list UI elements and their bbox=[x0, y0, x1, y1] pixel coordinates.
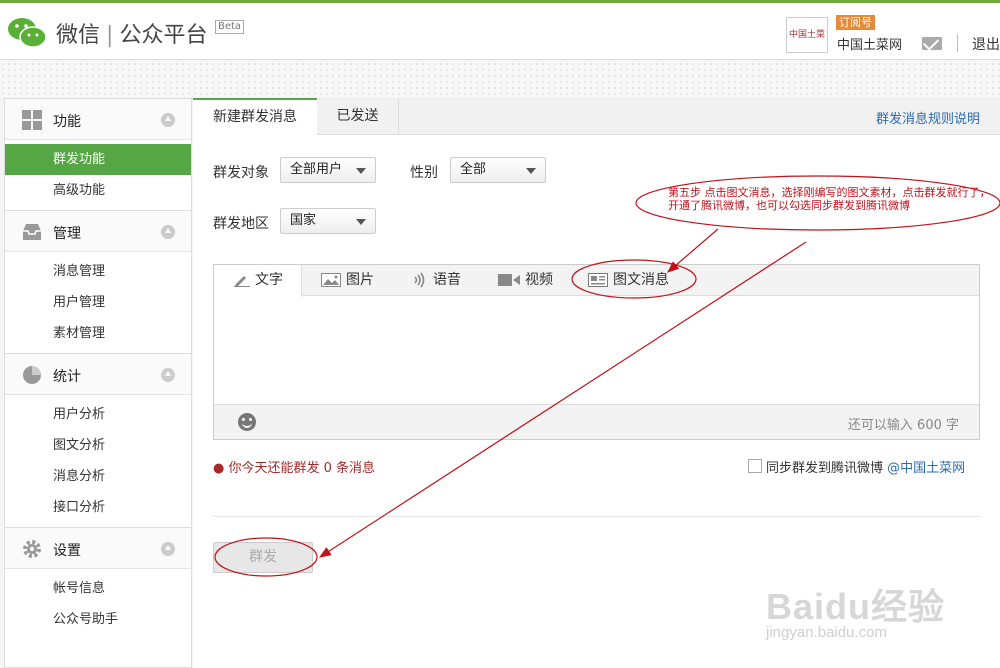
logout-link[interactable]: 退出 bbox=[972, 34, 1000, 54]
sidebar-section-label: 功能 bbox=[53, 114, 81, 130]
chevron-down-icon bbox=[356, 168, 366, 174]
chevron-down-icon bbox=[526, 168, 536, 174]
tab-sent[interactable]: 已发送 bbox=[317, 98, 399, 135]
sound-icon bbox=[414, 272, 425, 288]
image-icon bbox=[321, 273, 341, 287]
weibo-handle-link[interactable]: @中国土菜网 bbox=[887, 461, 965, 476]
sidebar-section-settings[interactable]: 设置 bbox=[5, 527, 191, 569]
editor-tab-text[interactable]: 文字 bbox=[214, 265, 302, 297]
beta-badge: Beta bbox=[215, 20, 245, 34]
sidebar-section-manage[interactable]: 管理 bbox=[5, 210, 191, 252]
editor-footer: 还可以输入 600 字 bbox=[214, 404, 979, 439]
annotation-note-text: 第五步 点击图文消息，选择刚编写的图文素材，点击群发就行了，开通了腾讯微博，也可… bbox=[668, 186, 991, 212]
tab-bar: 新建群发消息 已发送 群发消息规则说明 bbox=[193, 98, 1000, 136]
message-textarea[interactable] bbox=[214, 296, 979, 404]
baidu-watermark: Baidu经验 jingyan.baidu.com bbox=[766, 578, 976, 648]
sync-weibo-checkbox[interactable] bbox=[748, 459, 762, 473]
editor-tab-news[interactable]: 图文消息 bbox=[588, 265, 669, 296]
sidebar-item-advanced[interactable]: 高级功能 bbox=[5, 175, 191, 206]
editor-tab-label: 语音 bbox=[433, 272, 461, 288]
inbox-icon bbox=[23, 224, 41, 240]
sidebar-item-message-analysis[interactable]: 消息分析 bbox=[5, 461, 191, 492]
send-limit-notice: ● 你今天还能群发 0 条消息 bbox=[213, 461, 376, 476]
sync-weibo-label: 同步群发到腾讯微博 @中国土菜网 bbox=[766, 457, 965, 476]
editor-type-tabs: 文字 图片 语音 视频 图文消息 bbox=[214, 265, 979, 297]
chevron-down-icon bbox=[356, 219, 366, 225]
editor-tab-label: 图片 bbox=[346, 272, 374, 288]
rules-link[interactable]: 群发消息规则说明 bbox=[876, 108, 980, 127]
gender-select-value: 全部 bbox=[460, 162, 487, 177]
sidebar-section-label: 设置 bbox=[53, 543, 81, 559]
news-icon bbox=[588, 273, 608, 287]
collapse-icon[interactable] bbox=[161, 113, 175, 127]
editor-tab-label: 视频 bbox=[525, 272, 553, 288]
product-name: 微信 bbox=[56, 23, 101, 48]
collapse-icon[interactable] bbox=[161, 542, 175, 556]
editor-tab-label: 图文消息 bbox=[613, 272, 669, 288]
header-divider bbox=[957, 34, 958, 52]
target-select-value: 全部用户 bbox=[290, 162, 343, 177]
pencil-icon bbox=[234, 276, 250, 287]
wechat-logo-icon bbox=[8, 18, 47, 48]
sidebar-item-news-analysis[interactable]: 图文分析 bbox=[5, 430, 191, 461]
mass-send-button[interactable]: 群发 bbox=[213, 542, 313, 573]
brand-title: 微信 | 公众平台 bbox=[56, 23, 208, 48]
pie-chart-icon bbox=[23, 366, 41, 384]
emoji-icon[interactable] bbox=[238, 413, 256, 431]
collapse-icon[interactable] bbox=[161, 225, 175, 239]
sidebar-item-mass-send[interactable]: 群发功能 bbox=[5, 144, 191, 175]
grid-icon bbox=[22, 110, 42, 130]
account-type-badge: 订阅号 bbox=[836, 15, 875, 30]
sidebar-section-label: 管理 bbox=[53, 226, 81, 242]
sidebar-section-label: 统计 bbox=[53, 369, 81, 385]
target-select[interactable]: 全部用户 bbox=[280, 157, 376, 183]
dotted-banner bbox=[0, 61, 1000, 97]
sidebar-item-assistant[interactable]: 公众号助手 bbox=[5, 604, 191, 635]
region-label: 群发地区 bbox=[213, 216, 269, 232]
collapse-icon[interactable] bbox=[161, 368, 175, 382]
gender-label: 性别 bbox=[410, 165, 438, 181]
sidebar-section-function[interactable]: 功能 bbox=[5, 98, 191, 140]
region-select-value: 国家 bbox=[290, 213, 317, 228]
editor-tab-video[interactable]: 视频 bbox=[498, 265, 553, 296]
account-name[interactable]: 中国土菜网 bbox=[837, 34, 902, 53]
account-avatar[interactable]: 中国土菜网 bbox=[786, 17, 828, 53]
char-remaining: 还可以输入 600 字 bbox=[847, 418, 959, 433]
sidebar: 功能 群发功能 高级功能 管理 消息管理 用户管理 素材管理 统计 用户分析 图… bbox=[4, 98, 192, 668]
gender-select[interactable]: 全部 bbox=[450, 157, 546, 183]
watermark-sub-text: jingyan.baidu.com bbox=[766, 624, 887, 641]
sync-label: 同步群发到腾讯微博 bbox=[766, 461, 884, 476]
mail-icon[interactable] bbox=[922, 37, 942, 50]
region-select[interactable]: 国家 bbox=[280, 208, 376, 234]
gear-icon bbox=[23, 540, 41, 558]
editor-tab-label: 文字 bbox=[255, 272, 283, 288]
header: 微信|公众平台 Beta 中国土菜网 订阅号 中国土菜网 退出 bbox=[0, 3, 1000, 60]
platform-name: 公众平台 bbox=[119, 23, 208, 48]
message-editor: 文字 图片 语音 视频 图文消息 还可以输入 600 字 bbox=[213, 264, 980, 440]
sidebar-section-stats[interactable]: 统计 bbox=[5, 353, 191, 395]
video-icon bbox=[498, 274, 520, 286]
editor-tab-voice[interactable]: 语音 bbox=[412, 265, 461, 296]
watermark-main-text: Baidu经验 bbox=[766, 586, 946, 627]
target-label: 群发对象 bbox=[213, 165, 269, 181]
sidebar-item-user-analysis[interactable]: 用户分析 bbox=[5, 399, 191, 430]
sidebar-item-users[interactable]: 用户管理 bbox=[5, 287, 191, 318]
sidebar-item-api-analysis[interactable]: 接口分析 bbox=[5, 492, 191, 523]
sidebar-item-materials[interactable]: 素材管理 bbox=[5, 318, 191, 349]
sidebar-item-messages[interactable]: 消息管理 bbox=[5, 256, 191, 287]
sidebar-item-account-info[interactable]: 帐号信息 bbox=[5, 573, 191, 604]
tab-new-mass-message[interactable]: 新建群发消息 bbox=[193, 98, 317, 136]
divider bbox=[213, 516, 980, 517]
editor-tab-image[interactable]: 图片 bbox=[321, 265, 374, 296]
